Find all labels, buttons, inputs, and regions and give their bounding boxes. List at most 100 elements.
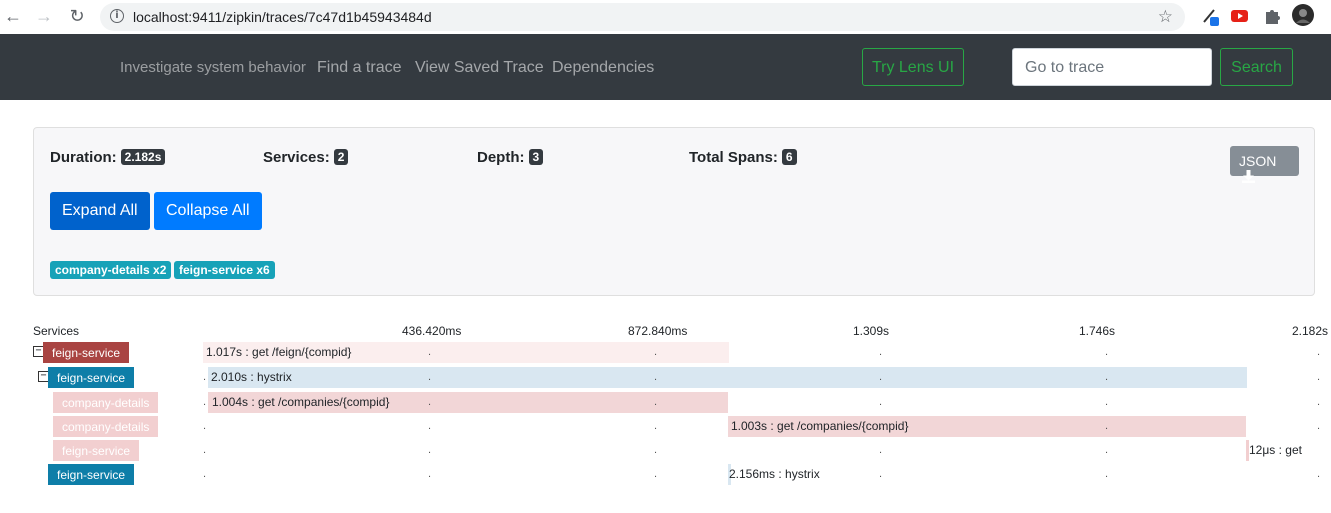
nav-view-saved-trace[interactable]: View Saved Trace: [415, 59, 544, 77]
span-row[interactable]: feign-service 2.156ms : hystrix . . . . …: [0, 463, 1331, 485]
span-row[interactable]: company-details 1.004s : get /companies/…: [0, 391, 1331, 413]
services-label: Services:: [263, 149, 330, 166]
pen-extension-icon[interactable]: [1200, 6, 1220, 31]
service-badge-company-details[interactable]: company-details x2: [50, 261, 172, 279]
grid-dot: .: [203, 444, 207, 456]
span-row[interactable]: − feign-service 2.010s : hystrix . . . .…: [0, 366, 1331, 388]
forward-arrow-icon[interactable]: →: [33, 6, 55, 27]
service-name: company-details: [53, 392, 159, 413]
pen-extension-glyph: [1203, 9, 1219, 26]
grid-dot: .: [654, 444, 658, 456]
reload-icon[interactable]: ↻: [66, 6, 88, 27]
nav-dependencies[interactable]: Dependencies: [552, 59, 654, 77]
duration-label: Duration:: [50, 149, 117, 166]
try-lens-button[interactable]: Try Lens UI: [862, 48, 964, 86]
grid-dot: .: [879, 396, 883, 408]
navbar-tagline: Investigate system behavior: [120, 59, 306, 76]
puzzle-extensions-icon[interactable]: [1262, 6, 1282, 31]
grid-dot: .: [1105, 420, 1109, 432]
grid-dot: .: [428, 346, 432, 358]
grid-dot: .: [879, 444, 883, 456]
span-label: 2.156ms : hystrix: [729, 467, 820, 481]
service-name: feign-service: [53, 440, 140, 461]
grid-dot: .: [428, 420, 432, 432]
browser-toolbar: ← → ↻ i localhost:9411/zipkin/traces/7c4…: [0, 0, 1331, 34]
grid-dot: .: [428, 371, 432, 383]
zipkin-navbar: Investigate system behavior Find a trace…: [0, 34, 1331, 100]
nav-find-trace[interactable]: Find a trace: [317, 59, 401, 77]
span-row[interactable]: − feign-service 1.017s : get /feign/{com…: [0, 341, 1331, 363]
grid-dot: .: [1317, 420, 1321, 432]
span-row[interactable]: company-details 1.003s : get /companies/…: [0, 415, 1331, 437]
grid-dot: .: [879, 468, 883, 480]
duration-badge: 2.182s: [120, 149, 166, 165]
grid-dot: .: [654, 396, 658, 408]
services-badge: 2: [333, 149, 349, 165]
back-arrow-icon[interactable]: ←: [2, 6, 24, 27]
service-name: feign-service: [48, 367, 135, 388]
profile-avatar[interactable]: [1292, 4, 1314, 31]
expand-all-button[interactable]: Expand All: [50, 192, 150, 230]
tick-label: 436.420ms: [402, 324, 462, 338]
grid-dot: .: [1317, 371, 1321, 383]
grid-dot: .: [1105, 346, 1109, 358]
services-stat: Services: 2: [263, 149, 349, 166]
span-row[interactable]: feign-service 12μs : get . . . . .: [0, 439, 1331, 461]
service-badge-feign-service[interactable]: feign-service x6: [174, 261, 275, 279]
total-spans-stat: Total Spans: 6: [689, 149, 797, 166]
grid-dot: .: [879, 346, 883, 358]
grid-dot: .: [1105, 371, 1109, 383]
span-label: 12μs : get: [1249, 443, 1302, 457]
grid-dot: .: [203, 468, 207, 480]
tick-label: 1.309s: [853, 324, 890, 338]
tick-label: 2.182s: [1292, 324, 1329, 338]
grid-dot: .: [428, 468, 432, 480]
total-spans-badge: 6: [781, 149, 797, 165]
grid-dot: .: [1105, 396, 1109, 408]
trace-summary-card: Duration: 2.182s Services: 2 Depth: 3 Total…: [33, 127, 1315, 296]
search-button[interactable]: Search: [1220, 48, 1293, 86]
service-name: feign-service: [48, 464, 135, 485]
grid-dot: .: [203, 371, 207, 383]
go-to-trace-input[interactable]: Go to trace: [1012, 48, 1212, 86]
youtube-extension-glyph: [1231, 10, 1248, 22]
depth-badge: 3: [528, 149, 544, 165]
url-text[interactable]: localhost:9411/zipkin/traces/7c47d1b4594…: [133, 9, 432, 25]
grid-dot: .: [203, 420, 207, 432]
service-name: feign-service: [43, 342, 130, 363]
tick-label: 872.840ms: [628, 324, 688, 338]
json-button-label: JSON: [1239, 153, 1277, 169]
span-label: 2.010s : hystrix: [211, 370, 292, 384]
collapse-all-button[interactable]: Collapse All: [154, 192, 262, 230]
bookmark-star-icon[interactable]: ☆: [1158, 7, 1173, 27]
grid-dot: .: [1105, 468, 1109, 480]
grid-dot: .: [654, 420, 658, 432]
tick-label: 1.746s: [1079, 324, 1116, 338]
puzzle-extensions-glyph: [1266, 10, 1280, 24]
grid-dot: .: [428, 396, 432, 408]
span-label: 1.004s : get /companies/{compid}: [212, 395, 390, 409]
grid-dot: .: [879, 420, 883, 432]
span-bar[interactable]: [208, 367, 1247, 388]
address-bar[interactable]: i localhost:9411/zipkin/traces/7c47d1b45…: [100, 3, 1185, 31]
depth-label: Depth:: [477, 149, 525, 166]
depth-stat: Depth: 3: [477, 149, 544, 166]
youtube-extension-icon[interactable]: [1230, 6, 1250, 31]
grid-dot: .: [654, 468, 658, 480]
services-column-header: Services: [33, 324, 80, 338]
grid-dot: .: [879, 371, 883, 383]
site-info-icon[interactable]: i: [110, 9, 124, 23]
grid-dot: .: [654, 371, 658, 383]
download-icon: [1242, 170, 1255, 183]
grid-dot: .: [203, 396, 207, 408]
grid-dot: .: [1317, 346, 1321, 358]
grid-dot: .: [654, 346, 658, 358]
span-label: 1.017s : get /feign/{compid}: [206, 345, 352, 359]
grid-dot: .: [1317, 468, 1321, 480]
grid-dot: .: [1105, 444, 1109, 456]
duration-stat: Duration: 2.182s: [50, 149, 166, 166]
grid-dot: .: [1317, 396, 1321, 408]
json-download-button[interactable]: JSON: [1230, 146, 1299, 183]
profile-avatar-glyph: [1292, 4, 1314, 26]
grid-dot: .: [428, 444, 432, 456]
